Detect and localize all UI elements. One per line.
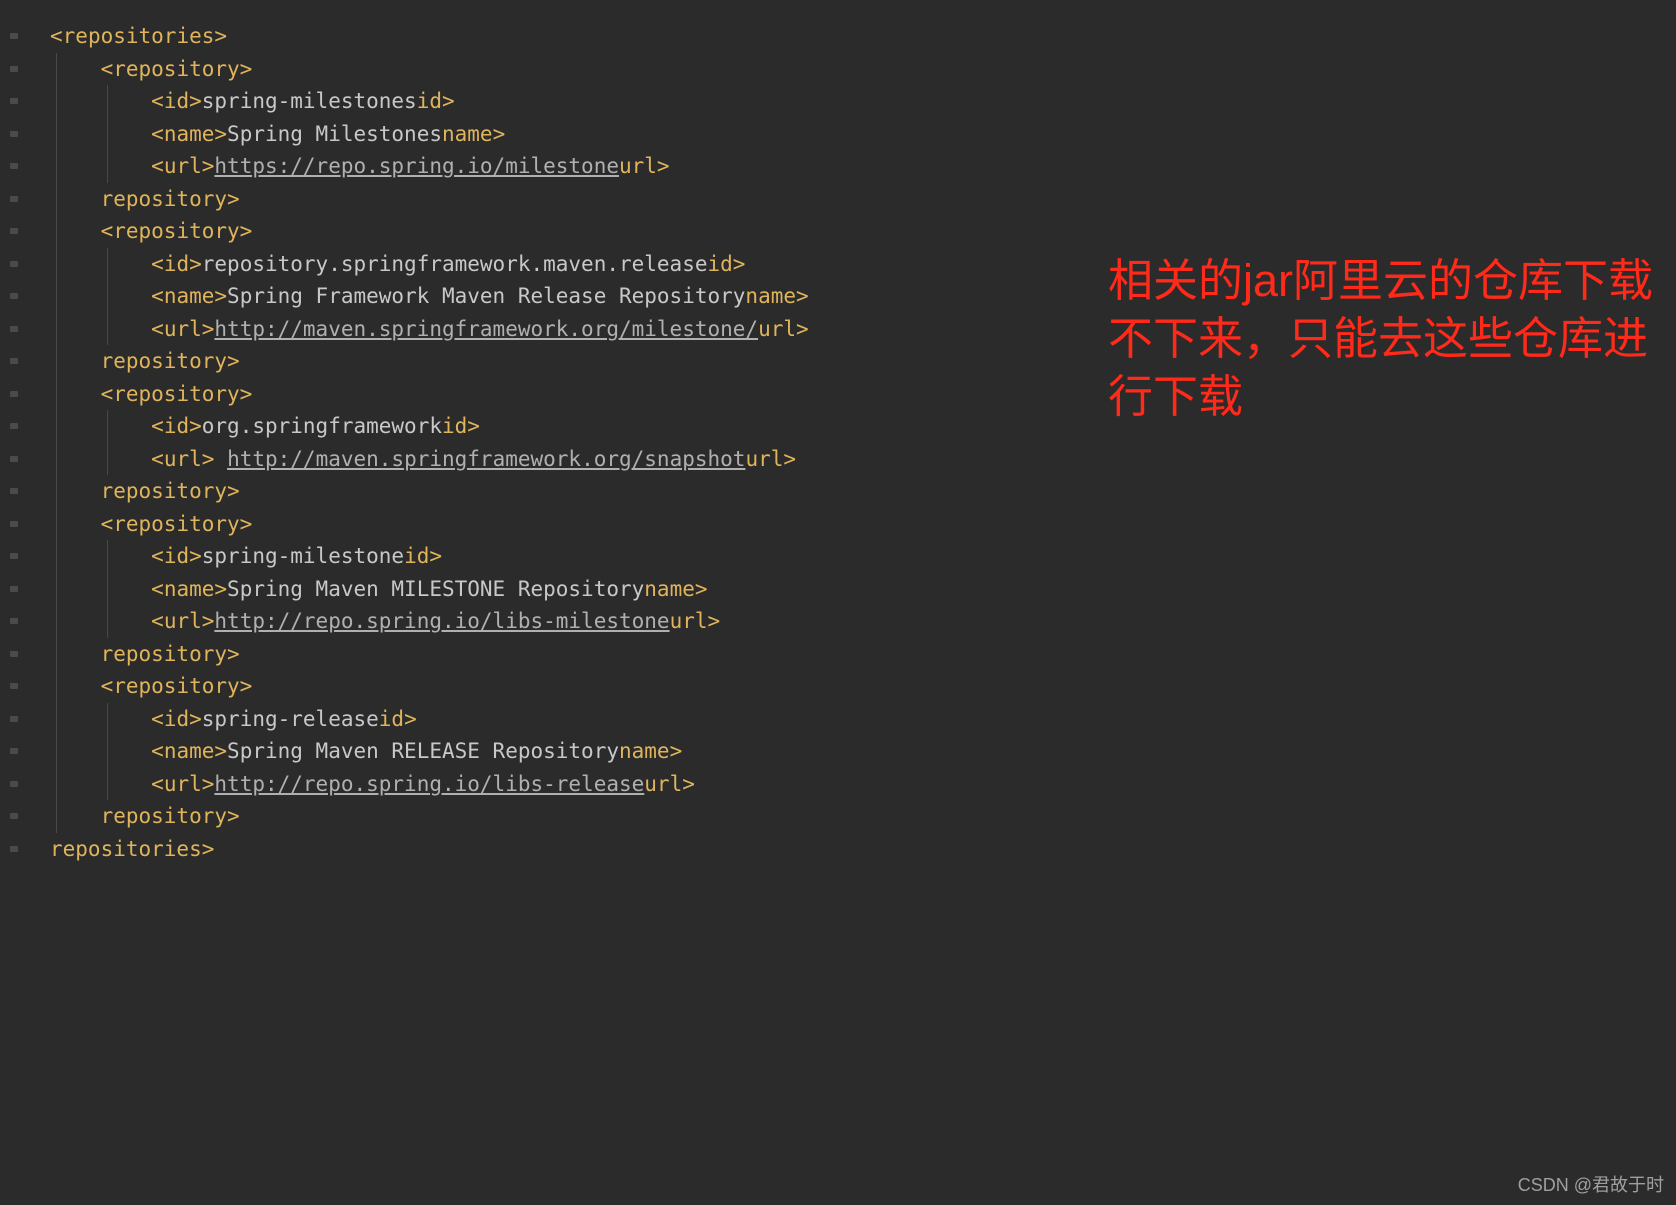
gutter-mark	[0, 638, 18, 671]
code-line[interactable]: <url> http://maven.springframework.org/s…	[50, 447, 796, 861]
gutter-mark	[0, 833, 18, 866]
code-line[interactable]: repository> <repository> <id>repository.…	[50, 187, 809, 861]
code-line[interactable]: <repository>	[50, 382, 252, 406]
annotation-text: 相关的jar阿里云的仓库下载不下来，只能去这些仓库进行下载	[1108, 252, 1668, 426]
code-block[interactable]: <repositories> <repository> <id>spring-m…	[50, 20, 1676, 865]
gutter-mark	[0, 605, 18, 638]
code-line[interactable]: repository> <repository> <id>org.springf…	[50, 349, 796, 861]
code-line[interactable]: repository> <repository> <id>spring-rele…	[50, 642, 695, 861]
gutter	[0, 20, 18, 865]
code-line[interactable]: <url>http://repo.spring.io/libs-releaseu…	[50, 772, 695, 861]
gutter-mark	[0, 118, 18, 151]
code-line[interactable]: <url>https://repo.spring.io/milestoneurl…	[50, 154, 809, 861]
code-line[interactable]: <id>spring-releaseid> <name>Spring Maven…	[50, 707, 695, 861]
gutter-mark	[0, 85, 18, 118]
gutter-mark	[0, 378, 18, 411]
gutter-mark	[0, 215, 18, 248]
code-line[interactable]: <name>Spring Framework Maven Release Rep…	[50, 284, 809, 861]
gutter-mark	[0, 768, 18, 801]
gutter-mark	[0, 280, 18, 313]
code-line[interactable]: repository> repositories>	[50, 804, 240, 861]
gutter-mark	[0, 508, 18, 541]
code-line[interactable]: repository> <repository> <id>spring-mile…	[50, 479, 720, 861]
code-line[interactable]: <url>http://maven.springframework.org/mi…	[50, 317, 809, 861]
gutter-mark	[0, 183, 18, 216]
gutter-mark	[0, 443, 18, 476]
gutter-mark	[0, 53, 18, 86]
code-line[interactable]: <id>spring-milestoneid> <name>Spring Mav…	[50, 544, 720, 861]
code-line[interactable]: <repository>	[50, 512, 252, 536]
gutter-mark	[0, 410, 18, 443]
gutter-mark	[0, 150, 18, 183]
gutter-mark	[0, 248, 18, 281]
code-editor: <repositories> <repository> <id>spring-m…	[0, 0, 1676, 1205]
code-line[interactable]: <id>org.springframeworkid> <url> http://…	[50, 414, 796, 861]
gutter-mark	[0, 313, 18, 346]
code-line[interactable]: <id>repository.springframework.maven.rel…	[50, 252, 809, 861]
code-line[interactable]: <repository>	[50, 674, 252, 698]
code-line[interactable]: <id>spring-milestonesid> <name>Spring Mi…	[50, 89, 809, 861]
gutter-mark	[0, 670, 18, 703]
code-line[interactable]: <name>Spring Milestonesname> <url>https:…	[50, 122, 809, 861]
gutter-mark	[0, 20, 18, 53]
watermark: CSDN @君故于时	[1518, 1171, 1664, 1197]
code-line[interactable]: <name>Spring Maven MILESTONE Repositoryn…	[50, 577, 720, 861]
code-line[interactable]: <url>http://repo.spring.io/libs-mileston…	[50, 609, 720, 861]
code-line[interactable]: <name>Spring Maven RELEASE Repositorynam…	[50, 739, 695, 861]
code-line[interactable]: repositories>	[50, 837, 214, 861]
gutter-mark	[0, 345, 18, 378]
gutter-mark	[0, 703, 18, 736]
gutter-mark	[0, 735, 18, 768]
gutter-mark	[0, 573, 18, 606]
code-line[interactable]: <repository>	[50, 57, 252, 81]
code-line[interactable]: <repositories>	[50, 24, 227, 48]
code-line[interactable]: <repository>	[50, 219, 252, 243]
gutter-mark	[0, 800, 18, 833]
gutter-mark	[0, 540, 18, 573]
gutter-mark	[0, 475, 18, 508]
